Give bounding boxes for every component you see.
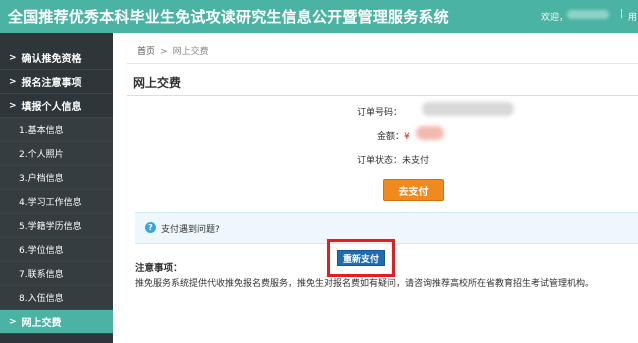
sidebar-item-online-payment[interactable]: > 网上交费	[0, 310, 113, 334]
amount-label: 金额：	[377, 132, 405, 142]
title-divider	[127, 95, 638, 96]
chevron-right-icon: >	[9, 76, 17, 87]
sidebar-item-label: 填报个人信息	[21, 102, 82, 113]
welcome-text: 欢迎，	[541, 13, 569, 23]
sidebar-item-registration-notes[interactable]: > 报名注意事项	[0, 70, 113, 94]
system-title: 全国推荐优秀本科毕业生免试攻读研究生信息公开暨管理服务系统	[8, 8, 449, 26]
header-separator: |	[620, 9, 624, 19]
notice-title: 注意事项：	[135, 263, 183, 274]
sidebar-item-label: 7.联系信息	[19, 270, 64, 280]
question-icon: ?	[145, 222, 156, 233]
breadcrumb-divider	[127, 63, 638, 64]
breadcrumb-separator: >	[160, 47, 168, 57]
sidebar-item-label: 3.户档信息	[19, 174, 64, 184]
sidebar-item-label: 8.入伍信息	[19, 294, 64, 304]
sidebar-item-study-work[interactable]: 4.学习工作信息	[0, 190, 113, 214]
sidebar-item-basic-info[interactable]: 1.基本信息	[0, 118, 113, 142]
order-number-value-redacted	[422, 102, 514, 116]
notice-text: 推免服务系统提供代收推免报名费服务，推免生对报名费如有疑问，请咨询推荐高校所在省…	[135, 279, 595, 289]
payment-help-text: 支付遇到问题?	[161, 225, 220, 235]
sidebar-item-label: 4.学习工作信息	[19, 198, 82, 208]
sidebar: > 确认推免资格 > 报名注意事项 > 填报个人信息 1.基本信息 2.个人照片 3.…	[0, 33, 113, 343]
sidebar-item-degree[interactable]: 6.学位信息	[0, 238, 113, 262]
order-number-row: 订单号码：	[357, 105, 402, 118]
sidebar-item-label: 报名注意事项	[21, 78, 82, 89]
breadcrumb-current: 网上交费	[172, 47, 209, 57]
username-redacted	[567, 10, 609, 19]
order-number-label: 订单号码：	[357, 108, 403, 118]
sidebar-item-photo[interactable]: 2.个人照片	[0, 142, 113, 166]
pay-button[interactable]: 去支付	[383, 179, 444, 201]
main-content: 首页 > 网上交费 网上交费 订单号码： 金额：¥ 订单状态：未支付 去支付 ? 支…	[113, 33, 638, 343]
amount-value-redacted	[416, 126, 444, 140]
breadcrumb: 首页 > 网上交费	[137, 44, 209, 57]
sidebar-item-personal-info[interactable]: > 填报个人信息	[0, 94, 113, 118]
sidebar-item-label: 2.个人照片	[19, 150, 64, 160]
chevron-right-icon: >	[9, 316, 17, 327]
sidebar-item-household[interactable]: 3.户档信息	[0, 166, 113, 190]
page-title: 网上交费	[133, 76, 182, 90]
sidebar-item-label: 5.学籍学历信息	[19, 222, 82, 232]
amount-row: 金额：¥	[377, 129, 410, 142]
sidebar-item-label: 6.学位信息	[19, 246, 64, 256]
order-status-value: 未支付	[402, 156, 430, 166]
breadcrumb-home-link[interactable]: 首页	[137, 47, 155, 57]
chevron-right-icon: >	[9, 52, 17, 63]
order-status-label: 订单状态：	[357, 156, 403, 166]
sidebar-item-label: 1.基本信息	[19, 126, 64, 136]
order-status-row: 订单状态：未支付	[357, 153, 429, 166]
sidebar-item-military[interactable]: 8.入伍信息	[0, 286, 113, 310]
sidebar-item-contact[interactable]: 7.联系信息	[0, 262, 113, 286]
user-menu-link[interactable]: 用	[628, 10, 637, 23]
sidebar-item-label: 网上交费	[21, 318, 62, 329]
sidebar-item-confirm-eligibility[interactable]: > 确认推免资格	[0, 46, 113, 70]
top-header: 全国推荐优秀本科毕业生免试攻读研究生信息公开暨管理服务系统 欢迎， | 用	[0, 0, 638, 33]
chevron-right-icon: >	[9, 100, 17, 111]
sidebar-item-label: 确认推免资格	[21, 54, 82, 65]
sidebar-item-education[interactable]: 5.学籍学历信息	[0, 214, 113, 238]
repay-highlight-box: 重新支付	[327, 239, 395, 277]
repay-button[interactable]: 重新支付	[337, 250, 385, 266]
currency-symbol: ¥	[404, 132, 410, 142]
